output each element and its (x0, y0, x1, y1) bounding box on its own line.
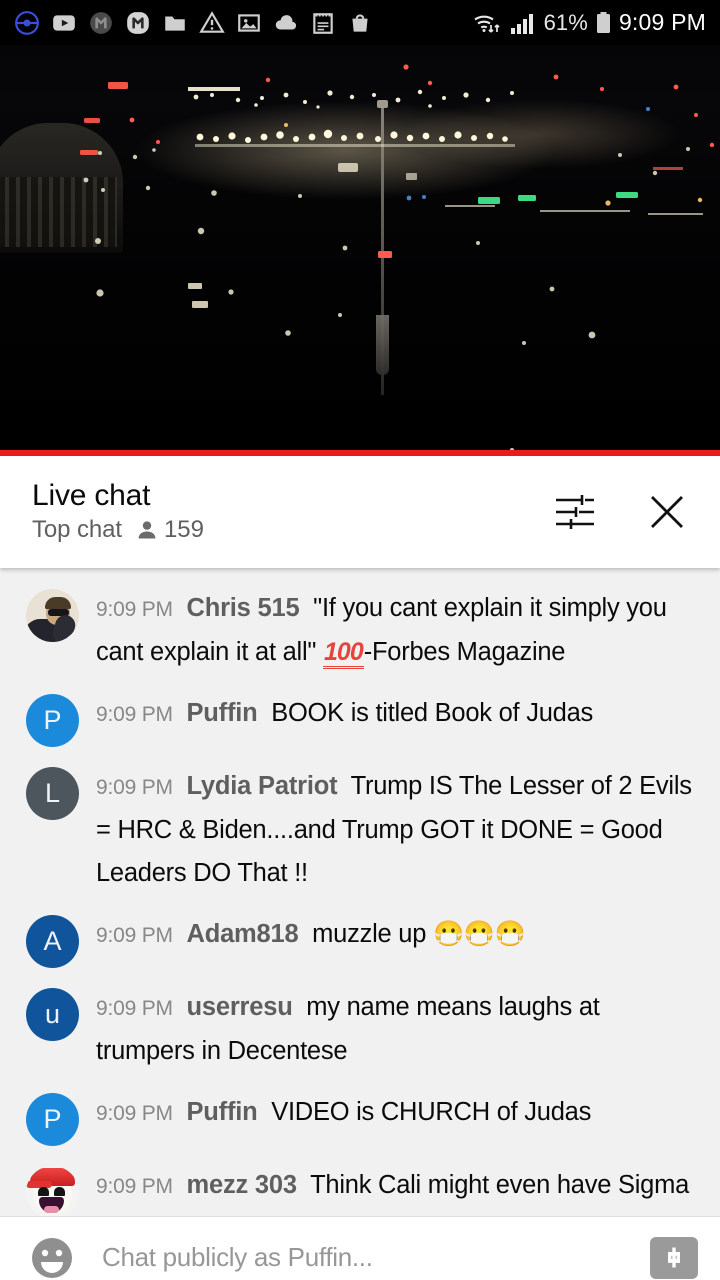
clock-label: 9:09 PM (618, 9, 706, 35)
superchat-button[interactable] (650, 1236, 698, 1279)
message-author[interactable]: mezz 303 (186, 1171, 297, 1199)
message-timestamp: 9:09 PM (96, 598, 173, 621)
video-city-lights (80, 64, 715, 450)
person-icon (138, 521, 156, 539)
message-text: BOOK is titled Book of Judas (271, 699, 594, 727)
avatar[interactable]: P (26, 694, 79, 747)
page-title: Live chat (32, 479, 151, 513)
chat-message-body: 9:09 PM Puffin VIDEO is CHURCH of Judas (96, 1091, 591, 1135)
m-badge-light-icon (127, 11, 149, 34)
avatar[interactable]: u (26, 988, 79, 1041)
status-bar-system-icons: 61% 9:09 PM (472, 9, 706, 36)
message-text-after: -Forbes Magazine (363, 638, 566, 666)
viewer-count-group: 159 (135, 516, 204, 544)
status-bar: 61% 9:09 PM (0, 0, 720, 45)
avatar[interactable] (26, 1166, 79, 1216)
photo-icon (238, 13, 260, 32)
chat-message[interactable]: P 9:09 PM Puffin VIDEO is CHURCH of Juda… (0, 1082, 720, 1155)
m-badge-dark-icon (90, 11, 112, 34)
dollar-sign-icon (668, 1247, 680, 1267)
tune-icon (556, 495, 594, 529)
avatar-letter: A (43, 926, 62, 956)
message-author[interactable]: Puffin (186, 699, 257, 727)
message-text: VIDEO is CHURCH of Judas (271, 1098, 592, 1126)
avatar[interactable]: L (26, 767, 79, 820)
folder-icon (165, 16, 185, 31)
chat-message[interactable]: P 9:09 PM Puffin BOOK is titled Book of … (0, 683, 720, 756)
chat-message[interactable]: 9:09 PM Chris 515 "If you cant explain i… (0, 578, 720, 683)
chat-message-body: 9:09 PM Lydia Patriot Trump IS The Lesse… (96, 765, 700, 895)
chat-message-body: 9:09 PM Adam818 muzzle up 😷😷😷 (96, 913, 526, 957)
pokeball-icon (15, 10, 39, 35)
avatar-letter: P (43, 705, 62, 735)
chat-message-list[interactable]: 9:09 PM Chris 515 "If you cant explain i… (0, 568, 720, 1216)
chat-message-body: 9:09 PM Chris 515 "If you cant explain i… (96, 587, 700, 674)
viewer-count-label: 159 (163, 515, 204, 543)
chat-header-subrow: Top chat 159 (32, 516, 204, 544)
message-text: muzzle up (312, 920, 433, 948)
avatar[interactable]: P (26, 1093, 79, 1146)
message-timestamp: 9:09 PM (96, 924, 173, 947)
emoji-smiley-icon[interactable] (28, 1234, 76, 1280)
chat-header-actions (552, 489, 690, 535)
avatar[interactable]: A (26, 915, 79, 968)
message-text: Think Cali might even have Sigma strain.… (96, 1171, 690, 1216)
warning-icon (199, 10, 225, 33)
avatar-letter: u (44, 999, 61, 1029)
chat-message[interactable]: L 9:09 PM Lydia Patriot Trump IS The Les… (0, 756, 720, 904)
message-author[interactable]: Chris 515 (186, 594, 299, 622)
video-player[interactable] (0, 45, 720, 450)
close-chat-button[interactable] (644, 489, 690, 535)
cellular-signal-icon (510, 13, 533, 34)
chat-message-body: 9:09 PM mezz 303 Think Cali might even h… (96, 1164, 700, 1216)
chat-message-body: 9:09 PM Puffin BOOK is titled Book of Ju… (96, 692, 593, 736)
message-timestamp: 9:09 PM (96, 1175, 173, 1198)
close-icon (651, 496, 683, 528)
chat-message-body: 9:09 PM userresu my name means laughs at… (96, 986, 700, 1073)
hundred-points-emoji: 100 (323, 638, 364, 669)
battery-percent-label: 61% (543, 9, 588, 35)
notes-icon (313, 12, 333, 34)
avatar[interactable] (26, 589, 79, 642)
shopping-bag-icon (352, 13, 368, 32)
chat-mode-label[interactable]: Top chat (32, 516, 122, 544)
message-author[interactable]: Puffin (186, 1098, 257, 1126)
chat-header-titles: Live chat Top chat 159 (32, 480, 204, 544)
message-author[interactable]: Lydia Patriot (186, 772, 337, 800)
chat-message[interactable]: 9:09 PM mezz 303 Think Cali might even h… (0, 1155, 720, 1216)
message-author[interactable]: userresu (186, 993, 292, 1021)
battery-icon (596, 11, 610, 33)
message-timestamp: 9:09 PM (96, 997, 173, 1020)
wifi-icon (474, 15, 500, 33)
message-author[interactable]: Adam818 (186, 920, 298, 948)
chat-input[interactable] (102, 1242, 650, 1273)
message-timestamp: 9:09 PM (96, 703, 173, 726)
avatar-letter: P (43, 1104, 62, 1134)
message-timestamp: 9:09 PM (96, 776, 173, 799)
chat-input-bar (0, 1216, 720, 1280)
message-timestamp: 9:09 PM (96, 1102, 173, 1125)
chat-settings-button[interactable] (552, 489, 598, 535)
live-chat-header: Live chat Top chat 159 (0, 456, 720, 568)
status-bar-notification-icons (14, 10, 373, 36)
mask-face-emoji: 😷😷😷 (432, 920, 526, 948)
chat-message[interactable]: A 9:09 PM Adam818 muzzle up 😷😷😷 (0, 904, 720, 977)
youtube-icon (53, 14, 75, 31)
cloud-icon (275, 14, 297, 30)
chat-message[interactable]: u 9:09 PM userresu my name means laughs … (0, 977, 720, 1082)
avatar-letter: L (44, 778, 61, 808)
